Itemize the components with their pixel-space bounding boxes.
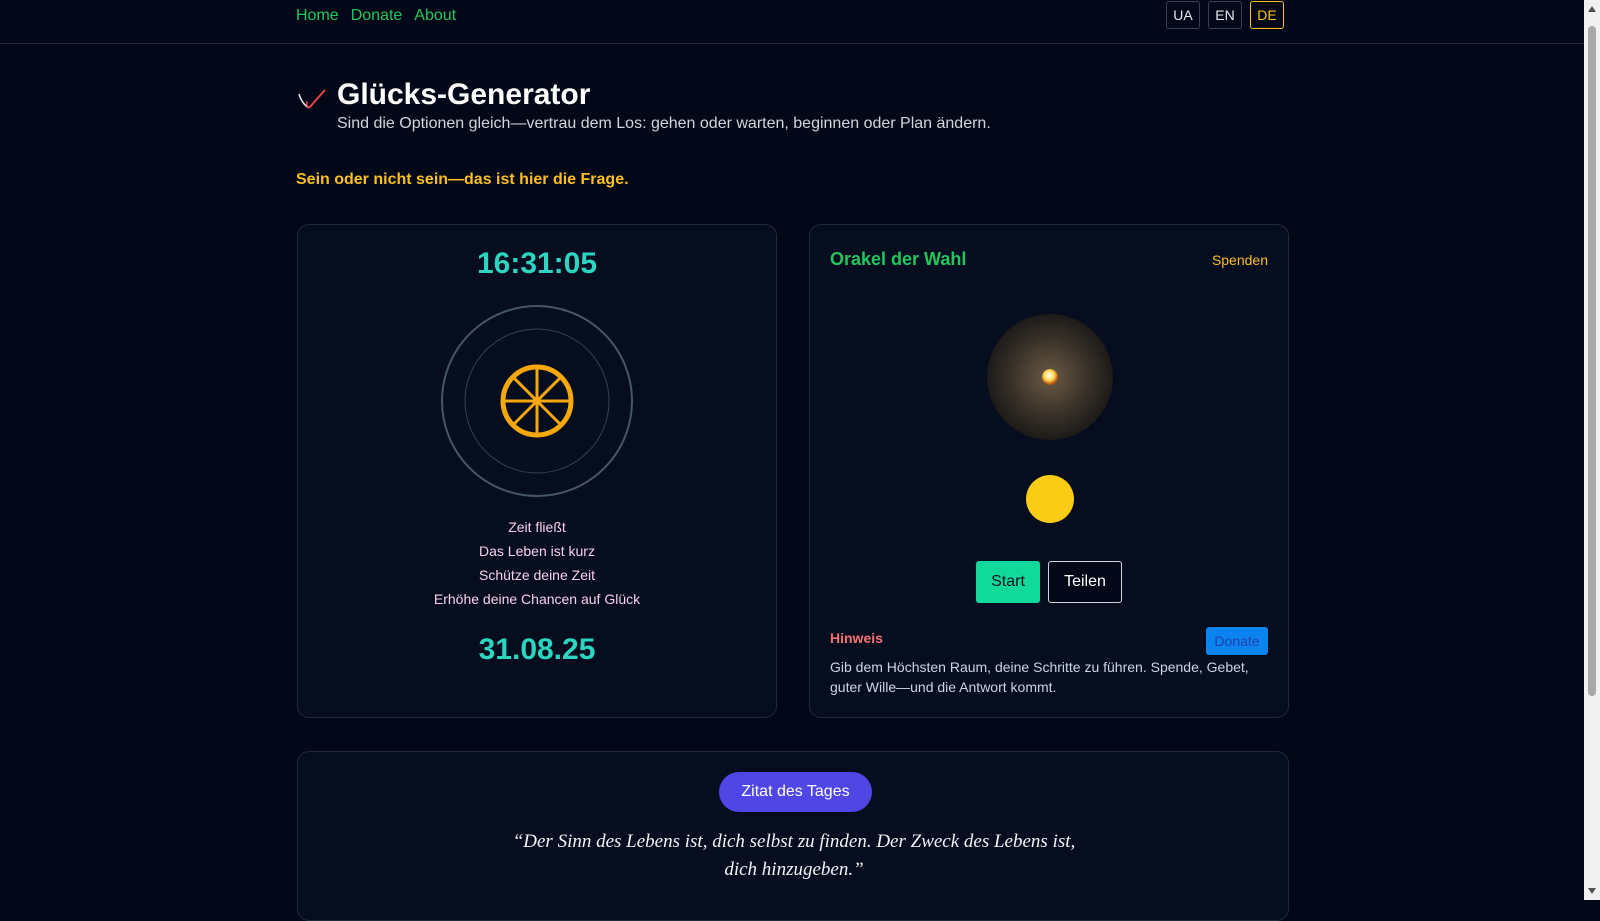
- mantra-line: Erhöhe deine Chancen auf Glück: [433, 591, 641, 607]
- spenden-link[interactable]: Spenden: [1212, 252, 1268, 268]
- quote-card: Zitat des Tages “Der Sinn des Lebens ist…: [297, 751, 1289, 921]
- scroll-up-arrow-icon[interactable]: [1588, 6, 1596, 12]
- oracle-actions: Start Teilen: [810, 561, 1288, 603]
- glowing-orb-icon: [987, 314, 1113, 440]
- quote-text: “Der Sinn des Lebens ist, dich selbst zu…: [512, 831, 1076, 880]
- wheel-of-fortune-icon: [441, 305, 633, 497]
- page-scrollbar[interactable]: [1584, 0, 1600, 900]
- language-button-de[interactable]: DE: [1250, 1, 1284, 29]
- start-button[interactable]: Start: [976, 561, 1040, 603]
- mantra-line: Zeit fließt: [508, 519, 566, 535]
- page-subtitle: Sind die Optionen gleich—vertrau dem Los…: [337, 115, 991, 132]
- page-title: Glücks-Generator: [337, 78, 591, 111]
- hint-label: Hinweis: [830, 630, 883, 646]
- heart-check-icon: [298, 89, 326, 109]
- sun-icon: [1026, 475, 1074, 523]
- language-button-ua[interactable]: UA: [1166, 1, 1200, 29]
- clock-card: 16:31:05 Zeit fließt Das Leben ist kurz …: [297, 224, 777, 718]
- mantra-list: Zeit fließt Das Leben ist kurz Schütze d…: [298, 515, 776, 611]
- language-switcher: UA EN DE: [1166, 1, 1284, 29]
- clock-time: 16:31:05: [476, 247, 598, 280]
- hint-text: Gib dem Höchsten Raum, deine Schritte zu…: [830, 659, 1249, 695]
- mantra-line: Das Leben ist kurz: [479, 543, 595, 559]
- share-button[interactable]: Teilen: [1048, 561, 1122, 603]
- scrollbar-thumb[interactable]: [1588, 26, 1596, 696]
- main-nav: Home Donate About: [296, 7, 456, 25]
- oracle-card: Orakel der Wahl Spenden Start Teilen Hin…: [809, 224, 1289, 718]
- top-navigation-bar: Home Donate About UA EN DE: [0, 0, 1584, 44]
- donate-button[interactable]: Donate: [1206, 627, 1268, 655]
- nav-link-home[interactable]: Home: [296, 7, 339, 25]
- oracle-title: Orakel der Wahl: [830, 249, 967, 269]
- clock-date: 31.08.25: [478, 633, 596, 666]
- nav-link-donate[interactable]: Donate: [351, 7, 403, 25]
- mantra-line: Schütze deine Zeit: [479, 567, 595, 583]
- language-button-en[interactable]: EN: [1208, 1, 1242, 29]
- scroll-down-arrow-icon[interactable]: [1588, 888, 1596, 894]
- tagline: Sein oder nicht sein—das ist hier die Fr…: [296, 171, 629, 188]
- quote-of-the-day-badge[interactable]: Zitat des Tages: [719, 772, 872, 812]
- nav-link-about[interactable]: About: [414, 7, 456, 25]
